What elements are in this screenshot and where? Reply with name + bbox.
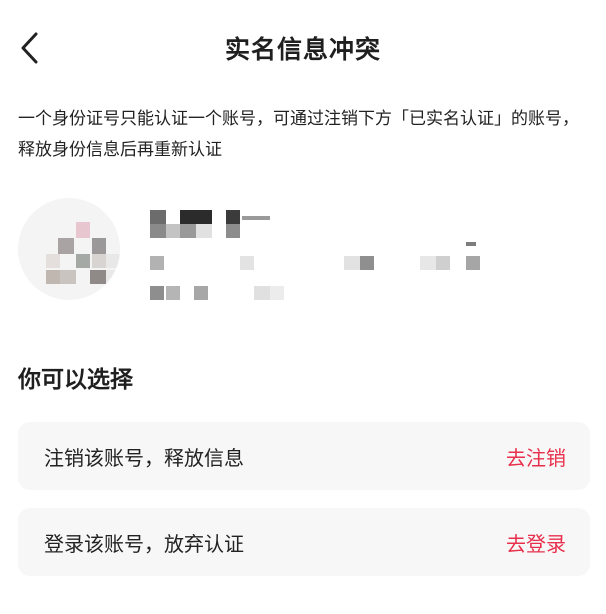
login-link[interactable]: 去登录 [506,528,566,557]
login-option-label: 登录该账号，放弃认证 [44,532,244,556]
deregister-link[interactable]: 去注销 [506,442,566,471]
login-option[interactable]: 登录该账号，放弃认证 去登录 [18,508,590,576]
navigation-bar: 实名信息冲突 [0,0,606,100]
deregister-option[interactable]: 注销该账号，释放信息 去注销 [18,422,590,490]
account-card [18,198,588,308]
page-title: 实名信息冲突 [224,35,381,64]
avatar [18,198,120,300]
account-info-redacted [148,208,588,308]
notice-text: 一个身份证号只能认证一个账号，可通过注销下方「已实名认证」的账号，释放身份信息后… [18,109,579,160]
deregister-option-label: 注销该账号，释放信息 [44,446,244,470]
options-title: 你可以选择 [18,367,133,393]
